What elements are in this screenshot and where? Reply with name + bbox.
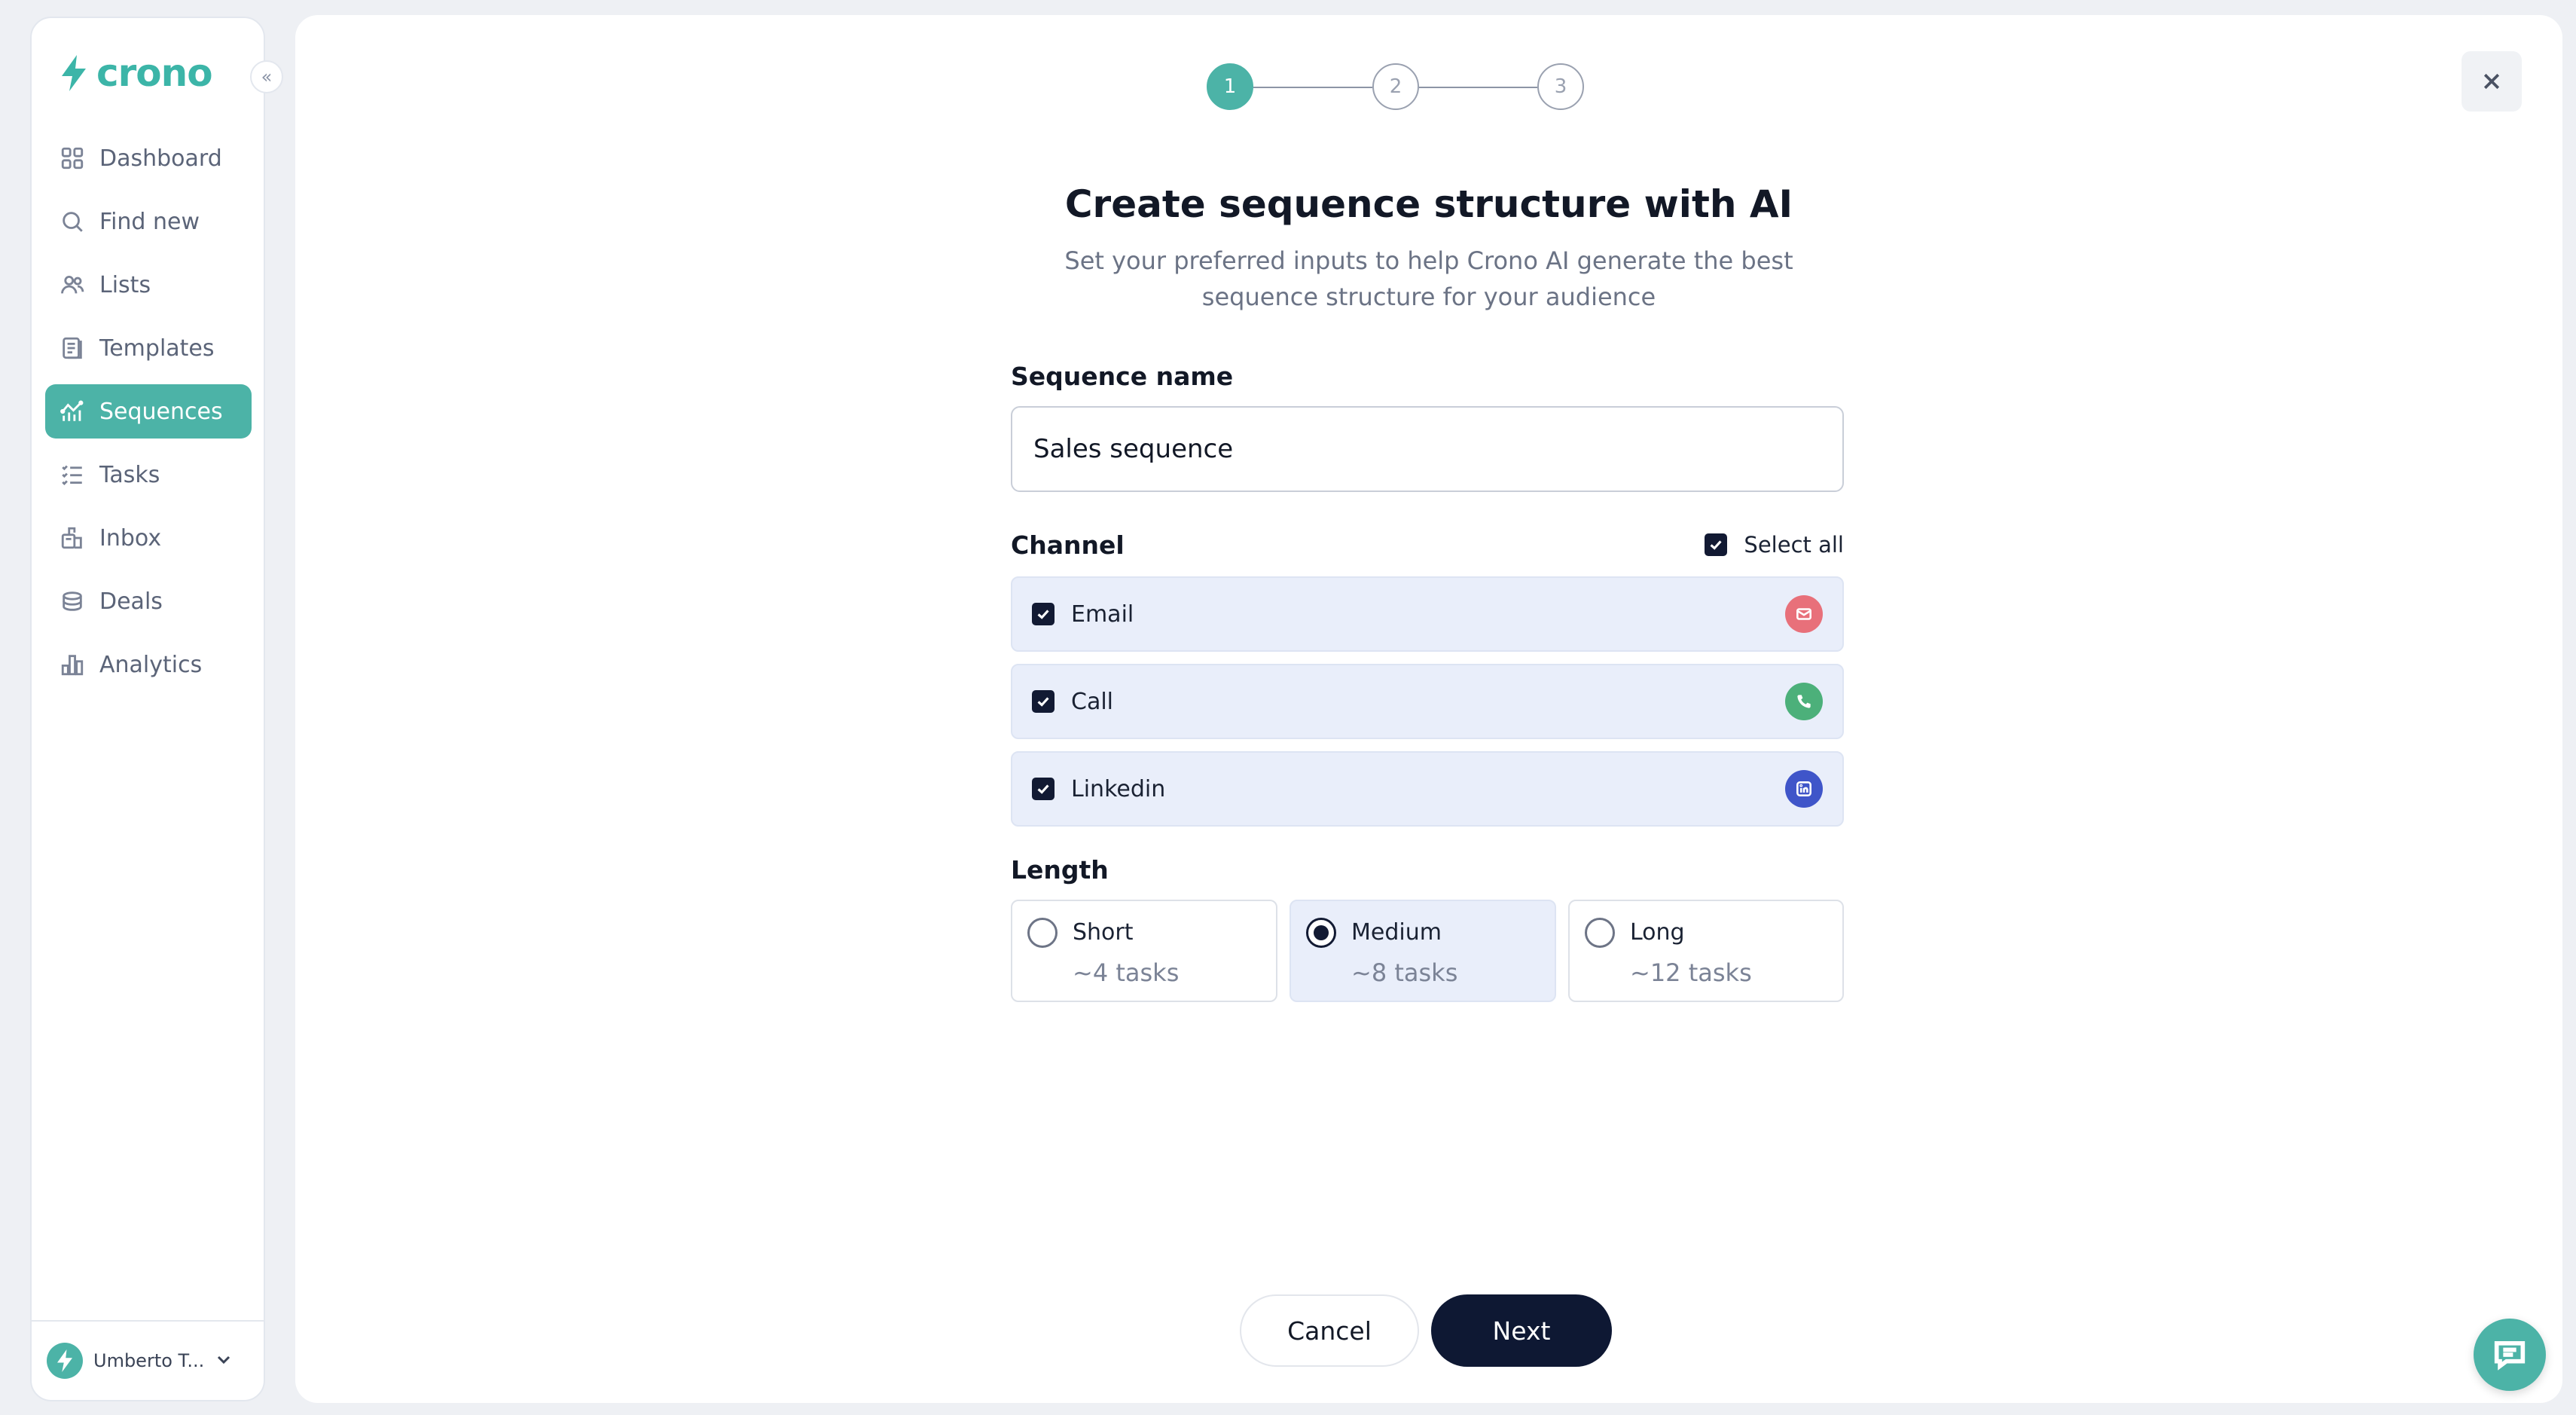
length-option-subtitle: ~12 tasks [1630, 958, 1752, 987]
checkbox-checked [1032, 603, 1055, 625]
chevron-down-icon [215, 1350, 233, 1371]
linkedin-icon [1785, 770, 1823, 808]
sidebar-item-label: Find new [99, 208, 200, 235]
sequences-icon [59, 398, 86, 425]
bolt-icon [57, 1349, 72, 1372]
next-button[interactable]: Next [1431, 1294, 1612, 1367]
sidebar-item-label: Templates [99, 335, 215, 362]
check-icon [1037, 697, 1049, 707]
double-chevron-left-icon: « [261, 66, 273, 87]
sidebar: crono « Dashboard Find new Lists Templat… [30, 17, 283, 1401]
length-option-subtitle: ~8 tasks [1351, 958, 1458, 987]
user-menu[interactable]: Umberto T... [32, 1320, 264, 1400]
sidebar-item-find-new[interactable]: Find new [45, 194, 252, 249]
radio-button [1585, 918, 1615, 948]
mail-icon [1785, 595, 1823, 633]
users-icon [59, 271, 86, 298]
sequence-form: Sequence name Channel Select all Email [1011, 362, 1844, 1002]
channel-label: Channel [1011, 530, 1125, 560]
step-connector [1419, 87, 1537, 88]
sidebar-item-lists[interactable]: Lists [45, 258, 252, 312]
checkbox-checked [1032, 690, 1055, 713]
select-all-label: Select all [1744, 532, 1844, 558]
channel-header: Channel Select all [1011, 528, 1844, 561]
sidebar-item-label: Analytics [99, 651, 203, 678]
checkbox-checked [1032, 778, 1055, 800]
channel-label: Call [1071, 688, 1114, 715]
sidebar-item-inbox[interactable]: Inbox [45, 511, 252, 565]
chat-support-button[interactable] [2474, 1319, 2546, 1391]
page-title: Create sequence structure with AI [1064, 182, 1793, 226]
sidebar-item-label: Lists [99, 271, 151, 298]
sequence-name-label: Sequence name [1011, 362, 1234, 391]
sidebar-nav: Dashboard Find new Lists Templates Seque… [45, 131, 252, 701]
step-2: 2 [1372, 63, 1419, 110]
length-option-long[interactable]: Long ~12 tasks [1568, 900, 1844, 1002]
check-icon [1710, 540, 1722, 550]
length-option-subtitle: ~4 tasks [1073, 958, 1180, 987]
radio-button-selected [1306, 918, 1336, 948]
sidebar-item-deals[interactable]: Deals [45, 574, 252, 628]
length-options: Short ~4 tasks Medium ~8 tasks Long ~12 … [1011, 900, 1844, 1002]
create-sequence-modal: 1 2 3 Create sequence structure with AI … [295, 15, 2562, 1403]
sidebar-item-label: Deals [99, 588, 163, 615]
close-button[interactable] [2462, 51, 2522, 112]
step-1: 1 [1207, 63, 1253, 110]
user-name: Umberto T... [93, 1350, 205, 1371]
length-option-short[interactable]: Short ~4 tasks [1011, 900, 1277, 1002]
checkbox-checked [1705, 533, 1728, 556]
templates-icon [59, 335, 86, 362]
length-label: Length [1011, 855, 1109, 885]
cancel-button[interactable]: Cancel [1240, 1294, 1419, 1367]
channel-option-email[interactable]: Email [1011, 576, 1844, 652]
sidebar-item-label: Tasks [99, 461, 160, 488]
page-subtitle: Set your preferred inputs to help Crono … [1064, 246, 1793, 311]
channel-label: Email [1071, 601, 1134, 628]
search-icon [59, 208, 86, 235]
channel-option-call[interactable]: Call [1011, 664, 1844, 739]
collapse-sidebar-button[interactable]: « [250, 60, 283, 93]
tasks-icon [59, 461, 86, 488]
check-icon [1037, 610, 1049, 619]
modal-actions: Cancel Next [1240, 1294, 1612, 1367]
select-all-checkbox[interactable]: Select all [1705, 532, 1844, 558]
chat-icon [2494, 1341, 2526, 1371]
sequence-name-input[interactable] [1011, 406, 1844, 492]
crono-logo[interactable]: crono [59, 51, 213, 95]
sidebar-item-templates[interactable]: Templates [45, 321, 252, 375]
avatar [47, 1343, 83, 1379]
phone-icon [1785, 683, 1823, 720]
length-option-title: Medium [1351, 919, 1442, 946]
stepper: 1 2 3 [1207, 63, 1584, 112]
channel-label: Linkedin [1071, 775, 1166, 802]
radio-button [1027, 918, 1058, 948]
sidebar-item-label: Dashboard [99, 145, 222, 172]
step-3: 3 [1537, 63, 1584, 110]
close-icon [2483, 73, 2500, 90]
sidebar-item-sequences[interactable]: Sequences [45, 384, 252, 439]
sidebar-item-label: Sequences [99, 398, 223, 425]
sidebar-item-analytics[interactable]: Analytics [45, 637, 252, 692]
length-option-medium[interactable]: Medium ~8 tasks [1290, 900, 1556, 1002]
bolt-icon [62, 55, 86, 91]
sidebar-item-label: Inbox [99, 524, 162, 552]
length-option-title: Short [1073, 919, 1134, 946]
step-connector [1253, 87, 1372, 88]
channel-option-linkedin[interactable]: Linkedin [1011, 751, 1844, 827]
inbox-icon [59, 524, 86, 552]
channel-list: Email Call Linkedin [1011, 576, 1844, 827]
length-option-title: Long [1630, 919, 1685, 946]
sidebar-item-dashboard[interactable]: Dashboard [45, 131, 252, 185]
dashboard-icon [59, 145, 86, 172]
logo-text: crono [96, 51, 213, 95]
sidebar-item-tasks[interactable]: Tasks [45, 448, 252, 502]
analytics-icon [59, 651, 86, 678]
deals-icon [59, 588, 86, 615]
check-icon [1037, 784, 1049, 794]
